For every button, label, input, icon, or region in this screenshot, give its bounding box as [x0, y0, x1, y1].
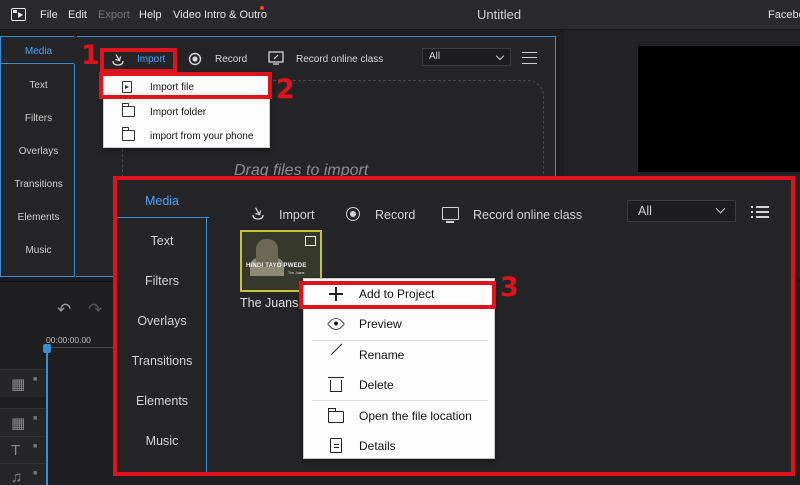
sidebar-item-text[interactable]: Text	[1, 80, 76, 91]
menu-item-label: Rename	[359, 348, 405, 362]
list-view-icon[interactable]	[751, 206, 769, 219]
details-document-icon	[330, 438, 342, 453]
annotation-number-3: 3	[500, 272, 519, 303]
record-online-class-icon	[442, 207, 459, 223]
overlay-icon: ▦	[11, 415, 26, 432]
menu-export[interactable]: Export	[98, 9, 130, 21]
track-text: T ■	[0, 436, 46, 464]
inset-sidebar-item-music[interactable]: Music	[117, 434, 207, 448]
timeline-ruler[interactable]	[47, 347, 117, 355]
sidebar-active-connector	[74, 36, 77, 64]
media-file-name: The Juans	[240, 296, 299, 310]
window-title: Untitled	[477, 7, 522, 22]
menu-item-label: Details	[359, 439, 396, 453]
lock-icon[interactable]: ■	[33, 443, 37, 450]
preview-screen	[638, 46, 800, 172]
inset-sidebar-item-overlays[interactable]: Overlays	[117, 314, 207, 328]
annotation-number-1: 1	[81, 40, 100, 71]
inset-import-button[interactable]: Import	[279, 208, 314, 222]
record-icon	[188, 52, 202, 66]
sidebar-item-elements[interactable]: Elements	[1, 212, 76, 223]
folder-icon	[328, 408, 344, 423]
menu-item-preview[interactable]: Preview	[304, 309, 496, 339]
text-icon: T	[11, 442, 21, 459]
lock-icon[interactable]: ■	[33, 376, 37, 383]
inset-sidebar-item-filters[interactable]: Filters	[117, 274, 207, 288]
menu-item-details[interactable]: Details	[304, 431, 496, 461]
track-music: ♫ ■	[0, 463, 46, 485]
menu-item-import-folder[interactable]: Import folder	[104, 100, 271, 125]
lock-icon[interactable]: ■	[33, 415, 37, 422]
chevron-down-icon	[495, 51, 505, 61]
track-overlay: ▦ ■	[0, 408, 46, 436]
sidebar-item-music[interactable]: Music	[1, 245, 76, 256]
record-online-class-icon	[268, 51, 284, 65]
inset-sidebar-item-text[interactable]: Text	[117, 234, 207, 248]
menu-item-label: import from your phone	[150, 131, 254, 142]
inset-sidebar: Media Text Filters Overlays Transitions …	[117, 180, 209, 472]
trash-icon	[328, 377, 344, 392]
sidebar-item-transitions[interactable]: Transitions	[1, 179, 76, 190]
facebook-link[interactable]: Faceboo	[768, 9, 800, 21]
sidebar-item-media[interactable]: Media	[1, 46, 76, 57]
inset-media-filter-value: All	[638, 204, 652, 218]
menu-help[interactable]: Help	[139, 9, 162, 21]
menu-file[interactable]: File	[40, 9, 58, 21]
folder-icon	[122, 127, 135, 141]
media-filter-value: All	[429, 51, 441, 62]
eye-icon	[326, 314, 346, 334]
folder-icon	[122, 103, 135, 117]
chevron-down-icon	[715, 203, 726, 214]
thumbnail-select-checkbox-icon[interactable]	[305, 236, 316, 246]
zoomed-inset: Media Text Filters Overlays Transitions …	[113, 176, 795, 476]
record-icon	[346, 207, 360, 221]
menu-video-intro-outro[interactable]: Video Intro & Outro	[173, 9, 267, 21]
app-logo-icon	[11, 8, 26, 21]
menu-item-label: Preview	[359, 317, 402, 331]
film-icon: ▦	[11, 376, 26, 393]
inset-sidebar-item-elements[interactable]: Elements	[117, 394, 207, 408]
thumbnail-subtitle-text: The Juans	[288, 271, 305, 275]
menu-item-rename[interactable]: Rename	[304, 340, 496, 370]
sidebar: Media Text Filters Overlays Transitions …	[0, 36, 76, 277]
redo-icon[interactable]: ↷	[88, 300, 102, 320]
annotation-number-2: 2	[276, 74, 295, 105]
inset-sidebar-item-media[interactable]: Media	[117, 194, 207, 208]
inset-sidebar-item-transitions[interactable]: Transitions	[117, 354, 207, 368]
record-button[interactable]: Record	[215, 54, 247, 65]
title-bar: File Edit Export Help Video Intro & Outr…	[0, 0, 800, 30]
sidebar-item-filters[interactable]: Filters	[1, 113, 76, 124]
menu-item-import-from-phone[interactable]: import from your phone	[104, 124, 271, 149]
annotation-box-3	[299, 281, 496, 309]
pencil-icon	[331, 343, 353, 366]
undo-icon[interactable]: ↶	[57, 300, 71, 320]
timeline-time: 00:00:00.00	[46, 335, 91, 345]
record-online-class-button[interactable]: Record online class	[296, 54, 383, 65]
menu-item-label: Import folder	[150, 107, 207, 118]
sidebar-divider	[1, 63, 76, 64]
music-note-icon: ♫	[11, 469, 23, 485]
thumbnail-title-text: HINDI TAYO PWEDE	[246, 263, 307, 269]
menu-edit[interactable]: Edit	[68, 9, 87, 21]
inset-media-filter-select[interactable]: All	[627, 200, 736, 222]
menu-item-delete[interactable]: Delete	[304, 370, 496, 400]
menu-item-label: Delete	[359, 378, 394, 392]
sidebar-item-overlays[interactable]: Overlays	[1, 146, 76, 157]
annotation-box-1	[100, 48, 177, 73]
inset-record-online-class-button[interactable]: Record online class	[473, 208, 582, 222]
new-badge-dot	[260, 6, 264, 10]
import-icon	[252, 207, 264, 220]
inset-record-button[interactable]: Record	[375, 208, 415, 222]
menu-item-open-file-location[interactable]: Open the file location	[304, 401, 496, 431]
annotation-box-2	[99, 72, 272, 99]
track-video: ▦ ■	[0, 369, 46, 397]
menu-item-label: Open the file location	[359, 409, 472, 423]
list-view-icon[interactable]	[522, 52, 537, 64]
media-filter-select[interactable]: All	[422, 48, 511, 66]
lock-icon[interactable]: ■	[33, 470, 37, 477]
playhead[interactable]	[43, 344, 51, 485]
